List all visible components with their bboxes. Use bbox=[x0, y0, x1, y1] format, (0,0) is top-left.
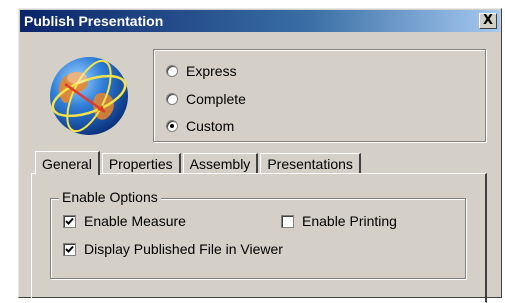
title-bar[interactable]: Publish Presentation X bbox=[20, 10, 500, 32]
tab-presentations[interactable]: Presentations bbox=[260, 153, 361, 174]
checkmark-icon bbox=[65, 217, 74, 225]
radio-express-button[interactable] bbox=[166, 65, 178, 77]
tab-properties[interactable]: Properties bbox=[101, 153, 181, 174]
radio-custom-label: Custom bbox=[186, 118, 235, 134]
display-in-viewer-label: Display Published File in Viewer bbox=[84, 241, 283, 257]
display-in-viewer-checkbox[interactable] bbox=[63, 242, 76, 256]
tab-strip: General Properties Assembly Presentation… bbox=[35, 150, 363, 175]
globe-icon bbox=[50, 57, 128, 135]
close-button[interactable]: X bbox=[479, 13, 497, 29]
window-title: Publish Presentation bbox=[24, 13, 164, 29]
radio-custom[interactable]: Custom bbox=[166, 117, 234, 135]
enable-options-group: Enable Options Enable Measure Enable Pri… bbox=[50, 189, 466, 279]
radio-complete-button[interactable] bbox=[166, 93, 178, 105]
general-tab-panel: Enable Options Enable Measure Enable Pri… bbox=[31, 173, 487, 303]
radio-express-label: Express bbox=[186, 63, 237, 79]
tab-general[interactable]: General bbox=[35, 151, 100, 175]
radio-custom-button[interactable] bbox=[166, 120, 178, 132]
enable-printing-option[interactable]: Enable Printing bbox=[281, 212, 397, 230]
tab-assembly[interactable]: Assembly bbox=[182, 153, 259, 174]
enable-measure-option[interactable]: Enable Measure bbox=[63, 212, 186, 230]
display-in-viewer-option[interactable]: Display Published File in Viewer bbox=[63, 240, 283, 258]
enable-printing-label: Enable Printing bbox=[302, 213, 397, 229]
enable-measure-label: Enable Measure bbox=[84, 213, 186, 229]
enable-printing-checkbox[interactable] bbox=[281, 214, 294, 228]
radio-complete[interactable]: Complete bbox=[166, 90, 246, 108]
publish-dialog: Publish Presentation X Express Complete … bbox=[18, 8, 502, 303]
enable-options-title: Enable Options bbox=[59, 189, 161, 205]
close-icon: X bbox=[482, 13, 494, 28]
checkmark-icon bbox=[65, 245, 74, 253]
enable-measure-checkbox[interactable] bbox=[63, 214, 76, 228]
publish-mode-group: Express Complete Custom bbox=[153, 49, 486, 142]
radio-express[interactable]: Express bbox=[166, 62, 237, 80]
radio-complete-label: Complete bbox=[186, 91, 246, 107]
